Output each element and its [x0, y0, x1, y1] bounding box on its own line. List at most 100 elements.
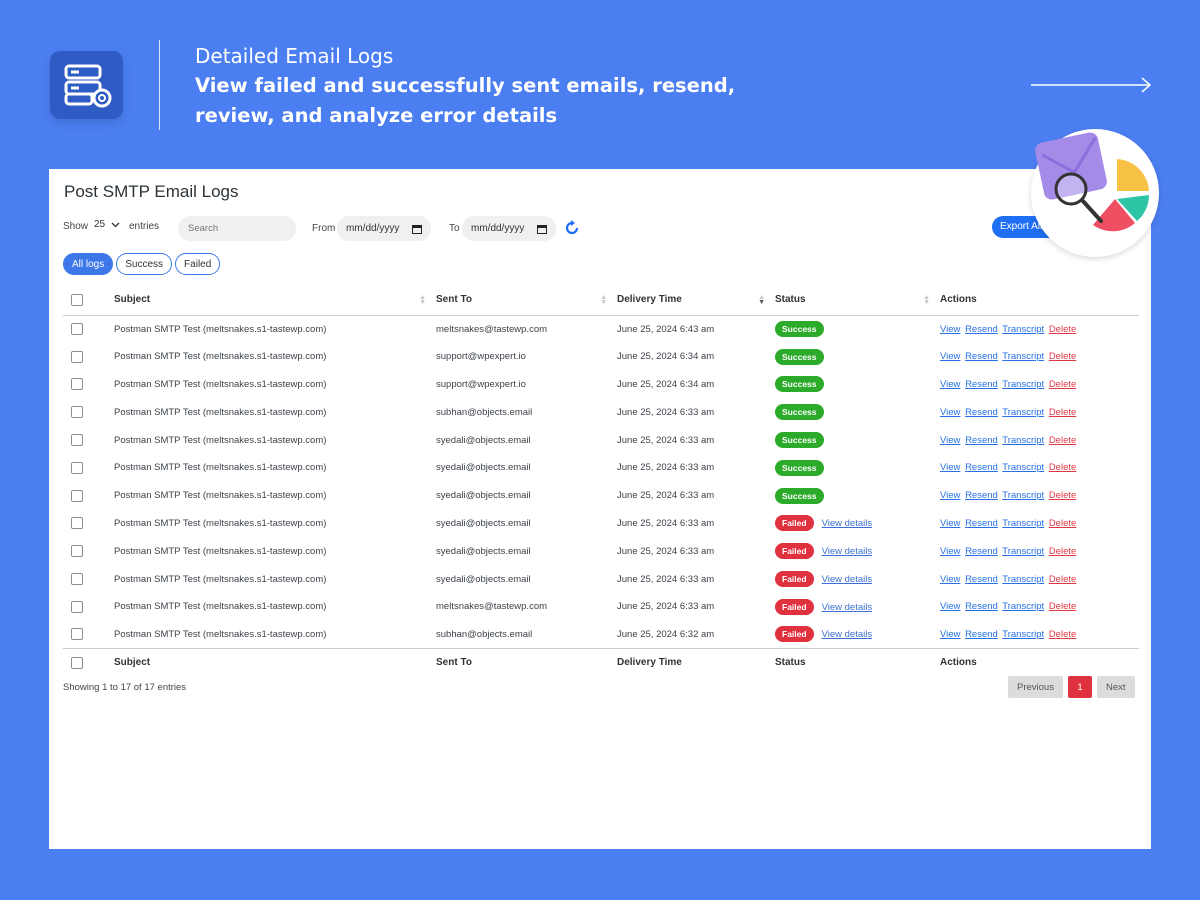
row-checkbox[interactable] — [71, 434, 83, 447]
resend-link[interactable]: Resend — [965, 324, 998, 335]
view-link[interactable]: View — [940, 490, 960, 501]
resend-link[interactable]: Resend — [965, 490, 998, 501]
filter-all-logs[interactable]: All logs — [63, 253, 114, 275]
transcript-link[interactable]: Transcript — [1002, 490, 1044, 501]
search-input[interactable] — [178, 216, 296, 241]
calendar-icon[interactable] — [412, 224, 422, 234]
row-checkbox[interactable] — [71, 545, 83, 558]
next-page-button[interactable]: Next — [1096, 676, 1135, 698]
view-link[interactable]: View — [940, 601, 960, 612]
transcript-link[interactable]: Transcript — [1002, 574, 1044, 585]
row-checkbox[interactable] — [71, 378, 83, 391]
sent-to-cell: syedali@objects.email — [436, 573, 531, 585]
table-row: Postman SMTP Test (meltsnakes.s1-tastewp… — [63, 454, 1139, 482]
row-checkbox[interactable] — [71, 600, 83, 613]
delete-link[interactable]: Delete — [1049, 407, 1076, 418]
row-checkbox[interactable] — [71, 406, 83, 419]
delete-link[interactable]: Delete — [1049, 351, 1076, 362]
delete-link[interactable]: Delete — [1049, 435, 1076, 446]
view-link[interactable]: View — [940, 379, 960, 390]
email-analytics-illustration — [1031, 129, 1159, 257]
to-label: To — [449, 223, 460, 234]
transcript-link[interactable]: Transcript — [1002, 462, 1044, 473]
column-status[interactable]: Status ▲ ▼ — [775, 285, 940, 315]
select-all-checkbox[interactable] — [71, 293, 83, 306]
sort-icon: ▲ ▼ — [419, 294, 426, 306]
transcript-link[interactable]: Transcript — [1002, 518, 1044, 529]
row-checkbox[interactable] — [71, 573, 83, 586]
delivery-time-cell: June 25, 2024 6:33 am — [617, 573, 715, 585]
resend-link[interactable]: Resend — [965, 518, 998, 529]
delete-link[interactable]: Delete — [1049, 601, 1076, 612]
refresh-icon[interactable] — [563, 219, 581, 237]
delivery-time-cell: June 25, 2024 6:33 am — [617, 406, 715, 418]
delete-link[interactable]: Delete — [1049, 574, 1076, 585]
sent-to-cell: syedali@objects.email — [436, 462, 531, 474]
delete-link[interactable]: Delete — [1049, 518, 1076, 529]
select-all-checkbox-footer[interactable] — [71, 656, 83, 669]
delete-link[interactable]: Delete — [1049, 379, 1076, 390]
resend-link[interactable]: Resend — [965, 601, 998, 612]
transcript-link[interactable]: Transcript — [1002, 546, 1044, 557]
sort-icon: ▲ ▼ — [923, 294, 930, 306]
status-cell: Failed View details — [775, 510, 940, 538]
resend-link[interactable]: Resend — [965, 351, 998, 362]
transcript-link[interactable]: Transcript — [1002, 407, 1044, 418]
from-date-input[interactable]: mm/dd/yyyy — [337, 216, 431, 241]
transcript-link[interactable]: Transcript — [1002, 601, 1044, 612]
row-checkbox[interactable] — [71, 489, 83, 502]
row-checkbox[interactable] — [71, 350, 83, 363]
view-link[interactable]: View — [940, 462, 960, 473]
delivery-time-cell: June 25, 2024 6:32 am — [617, 628, 715, 640]
view-details-link[interactable]: View details — [822, 574, 873, 585]
view-link[interactable]: View — [940, 324, 960, 335]
row-checkbox[interactable] — [71, 323, 83, 336]
view-details-link[interactable]: View details — [822, 629, 873, 640]
to-date-input[interactable]: mm/dd/yyyy — [462, 216, 556, 241]
row-checkbox[interactable] — [71, 461, 83, 474]
delete-link[interactable]: Delete — [1049, 324, 1076, 335]
view-link[interactable]: View — [940, 435, 960, 446]
resend-link[interactable]: Resend — [965, 379, 998, 390]
status-badge: Failed — [775, 515, 814, 532]
view-details-link[interactable]: View details — [822, 602, 873, 613]
column-delivery-time[interactable]: Delivery Time ▲ ▼ — [617, 285, 775, 315]
filter-success[interactable]: Success — [116, 253, 173, 275]
transcript-link[interactable]: Transcript — [1002, 379, 1044, 390]
row-checkbox[interactable] — [71, 517, 83, 530]
resend-link[interactable]: Resend — [965, 574, 998, 585]
delete-link[interactable]: Delete — [1049, 629, 1076, 640]
transcript-link[interactable]: Transcript — [1002, 351, 1044, 362]
view-link[interactable]: View — [940, 629, 960, 640]
resend-link[interactable]: Resend — [965, 546, 998, 557]
resend-link[interactable]: Resend — [965, 629, 998, 640]
resend-link[interactable]: Resend — [965, 407, 998, 418]
transcript-link[interactable]: Transcript — [1002, 629, 1044, 640]
view-link[interactable]: View — [940, 351, 960, 362]
view-details-link[interactable]: View details — [822, 546, 873, 557]
view-link[interactable]: View — [940, 518, 960, 529]
filter-failed[interactable]: Failed — [175, 253, 221, 275]
row-checkbox[interactable] — [71, 628, 83, 641]
page-length-select[interactable]: 25 — [94, 219, 120, 230]
column-sent-to[interactable]: Sent To ▲ ▼ — [436, 285, 617, 315]
column-subject[interactable]: Subject ▲ ▼ — [114, 285, 436, 315]
page-1-button[interactable]: 1 — [1067, 676, 1092, 698]
view-details-link[interactable]: View details — [822, 518, 873, 529]
view-link[interactable]: View — [940, 546, 960, 557]
view-link[interactable]: View — [940, 407, 960, 418]
delete-link[interactable]: Delete — [1049, 462, 1076, 473]
previous-page-button[interactable]: Previous — [1008, 676, 1063, 698]
delivery-time-cell: June 25, 2024 6:34 am — [617, 351, 715, 363]
transcript-link[interactable]: Transcript — [1002, 324, 1044, 335]
calendar-icon[interactable] — [537, 224, 547, 234]
resend-link[interactable]: Resend — [965, 462, 998, 473]
resend-link[interactable]: Resend — [965, 435, 998, 446]
long-arrow-right-icon[interactable] — [1031, 76, 1153, 94]
view-link[interactable]: View — [940, 574, 960, 585]
status-cell: Failed View details — [775, 565, 940, 593]
transcript-link[interactable]: Transcript — [1002, 435, 1044, 446]
column-actions: Actions — [940, 294, 977, 306]
delete-link[interactable]: Delete — [1049, 546, 1076, 557]
delete-link[interactable]: Delete — [1049, 490, 1076, 501]
